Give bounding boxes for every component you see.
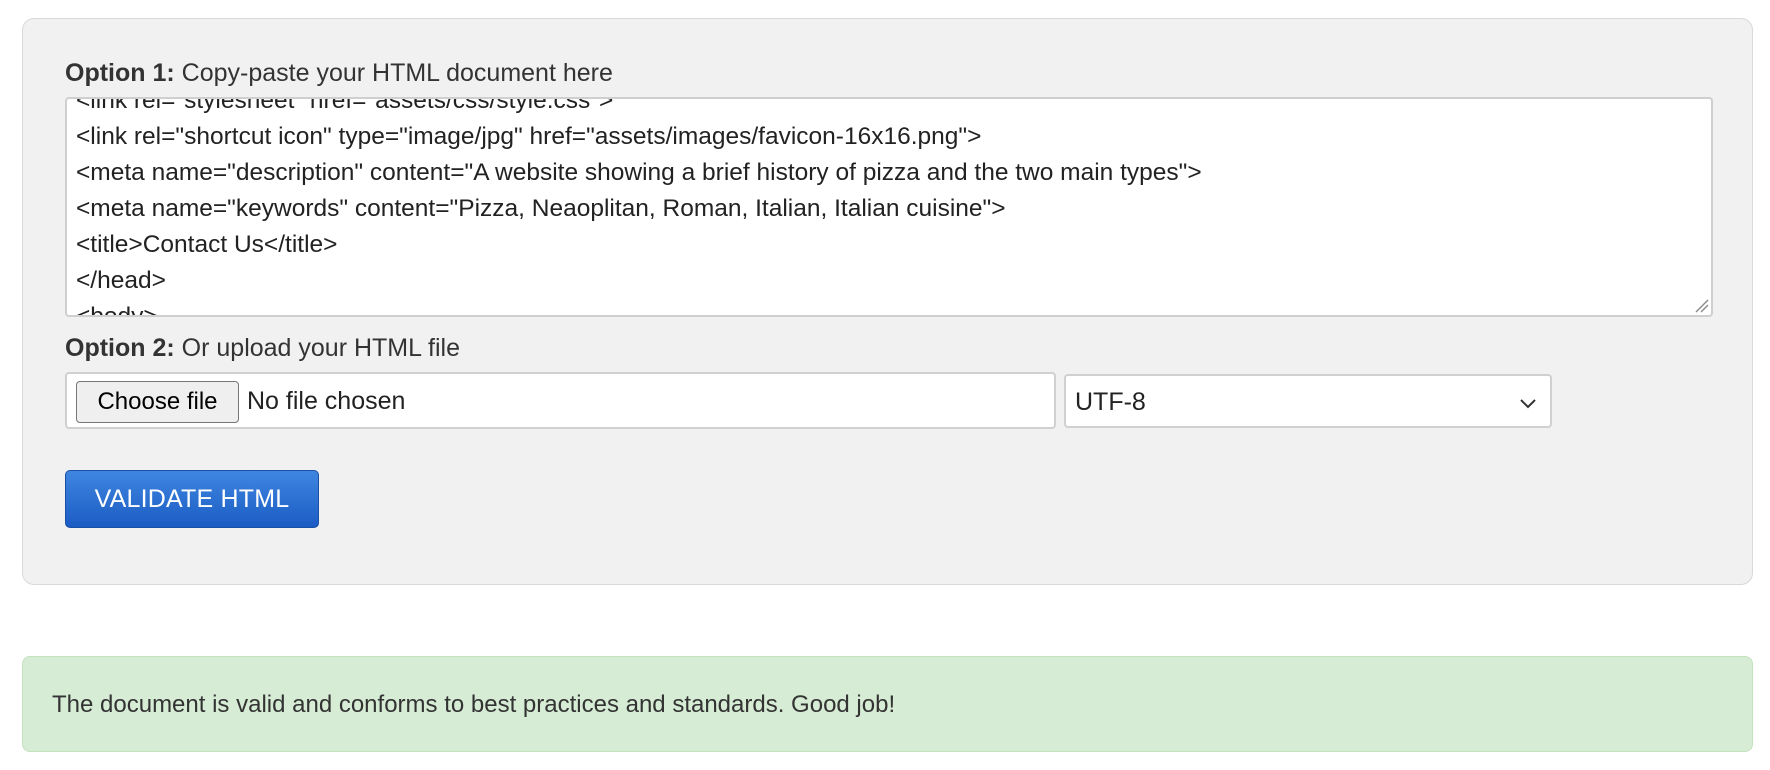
option2-label: Option 2: Or upload your HTML file — [65, 334, 460, 363]
textarea-line: <meta name="description" content="A webs… — [76, 159, 1202, 186]
resize-handle-icon[interactable] — [1692, 296, 1710, 314]
textarea-line: <title>Contact Us</title> — [76, 231, 338, 258]
choose-file-button[interactable]: Choose file — [76, 381, 239, 423]
textarea-line: </head> — [76, 267, 166, 294]
encoding-select-value: UTF-8 — [1075, 388, 1146, 416]
chevron-down-icon — [1520, 399, 1536, 409]
no-file-chosen-text: No file chosen — [247, 387, 406, 415]
option1-label: Option 1: Copy-paste your HTML document … — [65, 59, 613, 88]
file-upload-field[interactable]: Choose file No file chosen — [65, 372, 1056, 429]
validator-form-panel: Option 1: Copy-paste your HTML document … — [22, 18, 1753, 585]
option2-label-text: Or upload your HTML file — [174, 334, 461, 362]
html-input-textarea[interactable]: <link rel="stylesheet" href="assets/css/… — [65, 97, 1713, 317]
textarea-line: <link rel="shortcut icon" type="image/jp… — [76, 123, 982, 150]
textarea-line: <body> — [76, 303, 158, 317]
success-message: The document is valid and conforms to be… — [52, 691, 896, 718]
success-alert: The document is valid and conforms to be… — [22, 656, 1753, 752]
option2-label-bold: Option 2: — [65, 334, 175, 362]
option1-label-bold: Option 1: — [65, 59, 175, 87]
encoding-select[interactable]: UTF-8 — [1064, 374, 1552, 428]
textarea-line: <meta name="keywords" content="Pizza, Ne… — [76, 195, 1006, 222]
textarea-line: <link rel="stylesheet" href="assets/css/… — [76, 97, 614, 114]
textarea-content: <link rel="stylesheet" href="assets/css/… — [76, 97, 1202, 317]
validate-html-button[interactable]: VALIDATE HTML — [65, 470, 319, 528]
option1-label-text: Copy-paste your HTML document here — [174, 59, 613, 87]
